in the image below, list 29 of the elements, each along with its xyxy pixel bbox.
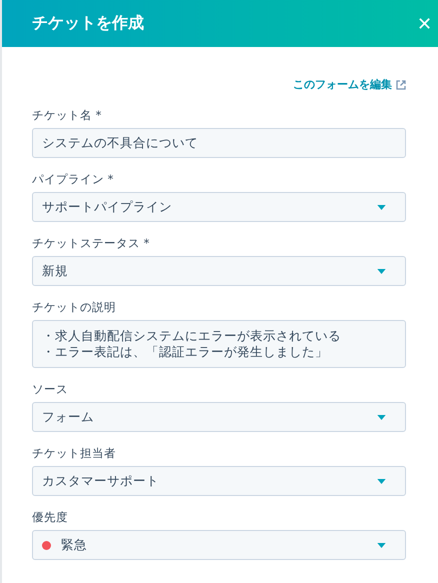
field-label: チケット担当者 <box>32 446 117 461</box>
caret-icon <box>377 542 386 548</box>
dropdown-field[interactable]: 新規 <box>32 256 406 286</box>
description-field[interactable]: ・求人自動配信システムにエラーが表示されている ・エラー表記は、「認証エラーが発生しました」 <box>32 320 406 368</box>
dropdown-field[interactable]: カスタマーサポート <box>32 466 406 496</box>
panel-title: チケットを作成 <box>32 13 144 34</box>
description-line: ・求人自動配信システムにエラーが表示されている <box>42 328 341 344</box>
field-label: 優先度 <box>32 510 69 525</box>
dropdown-field[interactable]: フォーム <box>32 402 406 432</box>
caret-icon <box>377 414 386 420</box>
field-label: チケット名 * <box>32 108 102 123</box>
dropdown-field[interactable]: サポートパイプライン <box>32 192 406 222</box>
edit-form-link[interactable]: このフォームを編集 <box>293 77 392 92</box>
field-label: チケットステータス * <box>32 236 150 251</box>
dropdown-value: カスタマーサポート <box>42 472 160 490</box>
field-label: パイプライン * <box>32 172 114 187</box>
text-field[interactable]: システムの不具合について <box>32 128 406 158</box>
caret-icon <box>377 204 386 210</box>
description-line: ・エラー表記は、「認証エラーが発生しました」 <box>42 344 328 360</box>
dropdown-value: 新規 <box>42 262 69 280</box>
field-label: ソース <box>32 382 69 397</box>
dropdown-value: サポートパイプライン <box>42 198 173 216</box>
external-link-icon <box>396 80 406 90</box>
dropdown-field[interactable]: 緊急 <box>32 530 406 560</box>
dropdown-value: 緊急 <box>61 536 88 554</box>
caret-icon <box>377 478 386 484</box>
field-label: チケットの説明 <box>32 300 117 315</box>
caret-icon <box>377 268 386 274</box>
dropdown-value: フォーム <box>42 408 95 426</box>
